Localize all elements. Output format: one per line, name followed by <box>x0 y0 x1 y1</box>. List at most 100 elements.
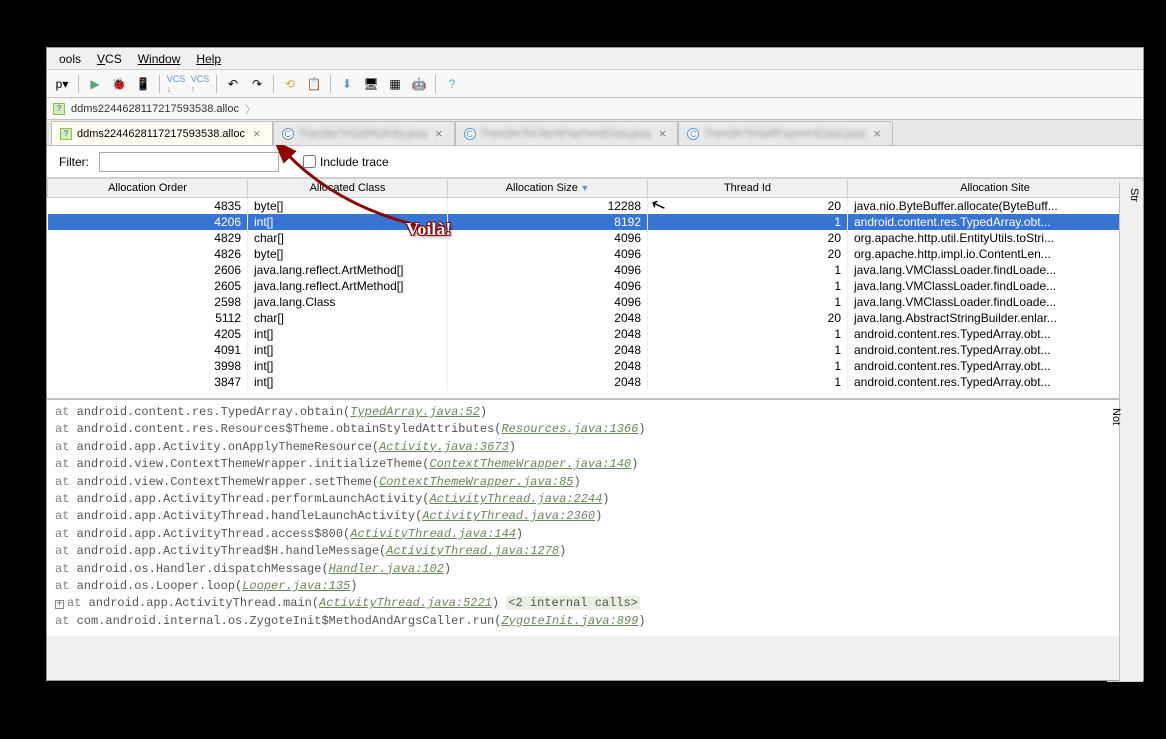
table-row[interactable]: 5112char[]204820java.lang.AbstractString… <box>48 310 1143 326</box>
cell-order: 5112 <box>48 310 248 326</box>
source-link[interactable]: ActivityThread.java:5221 <box>319 596 492 610</box>
close-icon[interactable]: × <box>870 126 884 141</box>
source-link[interactable]: ActivityThread.java:1278 <box>386 544 559 558</box>
cell-class: int[] <box>248 342 448 358</box>
cell-thread: 20 <box>648 198 848 215</box>
source-link[interactable]: Handler.java:102 <box>329 562 444 576</box>
menu-help[interactable]: Help <box>188 50 229 68</box>
table-row[interactable]: 2598java.lang.Class40961java.lang.VMClas… <box>48 294 1143 310</box>
table-row[interactable]: 3847int[]20481android.content.res.TypedA… <box>48 374 1143 390</box>
include-trace-checkbox[interactable] <box>303 155 316 168</box>
filter-label: Filter: <box>59 155 89 169</box>
stack-trace[interactable]: at android.content.res.TypedArray.obtain… <box>47 400 1143 636</box>
cell-site: org.apache.http.impl.io.ContentLen... <box>848 246 1143 262</box>
source-link[interactable]: ActivityThread.java:2360 <box>422 509 595 523</box>
source-link[interactable]: TypedArray.java:52 <box>350 405 480 419</box>
menu-window[interactable]: Window <box>130 50 189 68</box>
filter-bar: Filter: Include trace <box>47 146 1143 178</box>
table-row[interactable]: 4205int[]20481android.content.res.TypedA… <box>48 326 1143 342</box>
side-not[interactable]: Not <box>1107 402 1125 682</box>
col-allocation-size[interactable]: Allocation Size <box>448 179 648 198</box>
tab-label: TransferToSelfActivity.java <box>299 128 427 140</box>
col-allocation-order[interactable]: Allocation Order <box>48 179 248 198</box>
cell-site: android.content.res.TypedArray.obt... <box>848 374 1143 390</box>
vcs-update-icon[interactable]: VCS↓ <box>165 73 187 95</box>
avd-icon[interactable]: 📋 <box>303 73 325 95</box>
dropdown-p[interactable]: p ▾ <box>51 73 73 95</box>
expand-icon[interactable]: + <box>55 600 64 609</box>
source-link[interactable]: ContextThemeWrapper.java:140 <box>429 457 631 471</box>
cell-size: 2048 <box>448 358 648 374</box>
cell-order: 4826 <box>48 246 248 262</box>
debug-icon[interactable]: 🐞 <box>108 73 130 95</box>
cell-site: java.lang.AbstractStringBuilder.enlar... <box>848 310 1143 326</box>
stack-line: at android.view.ContextThemeWrapper.setT… <box>55 474 1135 491</box>
cell-size: 2048 <box>448 310 648 326</box>
tab-2[interactable]: CTransferToClientPaymentData.java× <box>455 121 679 145</box>
stack-line: at android.os.Looper.loop(Looper.java:13… <box>55 578 1135 595</box>
cell-size: 8192 <box>448 214 648 230</box>
cell-class: int[] <box>248 358 448 374</box>
stack-line: at android.app.ActivityThread.handleLaun… <box>55 508 1135 525</box>
undo-icon[interactable]: ↶ <box>222 73 244 95</box>
cell-site: org.apache.http.util.EntityUtils.toStri.… <box>848 230 1143 246</box>
attach-icon[interactable]: 📱 <box>132 73 154 95</box>
table-row[interactable]: 2606java.lang.reflect.ArtMethod[]40961ja… <box>48 262 1143 278</box>
tab-3[interactable]: CTransferToSelfPaymentData.java× <box>678 121 893 145</box>
table-row[interactable]: 4206int[]81921android.content.res.TypedA… <box>48 214 1143 230</box>
table-row[interactable]: 4091int[]20481android.content.res.TypedA… <box>48 342 1143 358</box>
cell-class: java.lang.Class <box>248 294 448 310</box>
close-icon[interactable]: × <box>432 126 446 141</box>
table-row[interactable]: 2605java.lang.reflect.ArtMethod[]40961ja… <box>48 278 1143 294</box>
file-icon: ? <box>60 128 72 140</box>
stack-line: at android.view.ContextThemeWrapper.init… <box>55 456 1135 473</box>
sync-icon[interactable]: ⟲ <box>279 73 301 95</box>
close-icon[interactable]: × <box>250 126 264 141</box>
run-icon[interactable]: ▶ <box>84 73 106 95</box>
cell-thread: 20 <box>648 246 848 262</box>
source-link[interactable]: ActivityThread.java:144 <box>350 527 516 541</box>
cell-site: android.content.res.TypedArray.obt... <box>848 358 1143 374</box>
cell-site: android.content.res.TypedArray.obt... <box>848 342 1143 358</box>
breadcrumb-file[interactable]: ddms2244628117217593538.alloc <box>65 101 245 117</box>
android-icon[interactable]: 🤖 <box>408 73 430 95</box>
tab-0[interactable]: ?ddms2244628117217593538.alloc× <box>51 121 273 145</box>
cell-thread: 20 <box>648 230 848 246</box>
tab-label: TransferToSelfPaymentData.java <box>704 128 865 140</box>
table-row[interactable]: 3998int[]20481android.content.res.TypedA… <box>48 358 1143 374</box>
cell-size: 4096 <box>448 294 648 310</box>
close-icon[interactable]: × <box>656 126 670 141</box>
source-link[interactable]: Resources.java:1366 <box>501 422 638 436</box>
vcs-commit-icon[interactable]: VCS↑ <box>189 73 211 95</box>
source-link[interactable]: Activity.java:3673 <box>379 440 509 454</box>
col-thread-id[interactable]: Thread Id <box>648 179 848 198</box>
table-row[interactable]: 4826byte[]409620org.apache.http.impl.io.… <box>48 246 1143 262</box>
redo-icon[interactable]: ↷ <box>246 73 268 95</box>
allocation-table: Allocation Order Allocated Class Allocat… <box>47 178 1143 390</box>
menu-vcs[interactable]: VCS <box>89 50 130 68</box>
source-link[interactable]: Looper.java:135 <box>242 579 350 593</box>
col-allocation-site[interactable]: Allocation Site <box>848 179 1143 198</box>
source-link[interactable]: ZygoteInit.java:899 <box>501 614 638 628</box>
breadcrumb: ? ddms2244628117217593538.alloc 〉 <box>47 98 1143 120</box>
table-row[interactable]: 4835byte[]1228820java.nio.ByteBuffer.all… <box>48 198 1143 215</box>
tab-1[interactable]: CTransferToSelfActivity.java× <box>273 121 455 145</box>
sdk-icon[interactable]: ⬇ <box>336 73 358 95</box>
monitor-icon[interactable]: 🖥 <box>360 73 382 95</box>
tab-label: TransferToClientPaymentData.java <box>481 128 651 140</box>
allocation-table-container[interactable]: Allocation Order Allocated Class Allocat… <box>47 178 1143 400</box>
cell-order: 4829 <box>48 230 248 246</box>
source-link[interactable]: ActivityThread.java:2244 <box>429 492 602 506</box>
stack-line: at android.app.Activity.onApplyThemeReso… <box>55 439 1135 456</box>
help-icon[interactable]: ? <box>441 73 463 95</box>
filter-input[interactable] <box>99 152 279 172</box>
menu-tools[interactable]: ools <box>51 50 89 68</box>
cell-thread: 1 <box>648 326 848 342</box>
grid-icon[interactable]: ▦ <box>384 73 406 95</box>
table-row[interactable]: 4829char[]409620org.apache.http.util.Ent… <box>48 230 1143 246</box>
side-str[interactable]: Str <box>1125 182 1143 682</box>
menubar: ools VCS Window Help <box>47 48 1143 70</box>
col-allocated-class[interactable]: Allocated Class <box>248 179 448 198</box>
source-link[interactable]: ContextThemeWrapper.java:85 <box>379 475 573 489</box>
stack-line: at android.os.Handler.dispatchMessage(Ha… <box>55 561 1135 578</box>
